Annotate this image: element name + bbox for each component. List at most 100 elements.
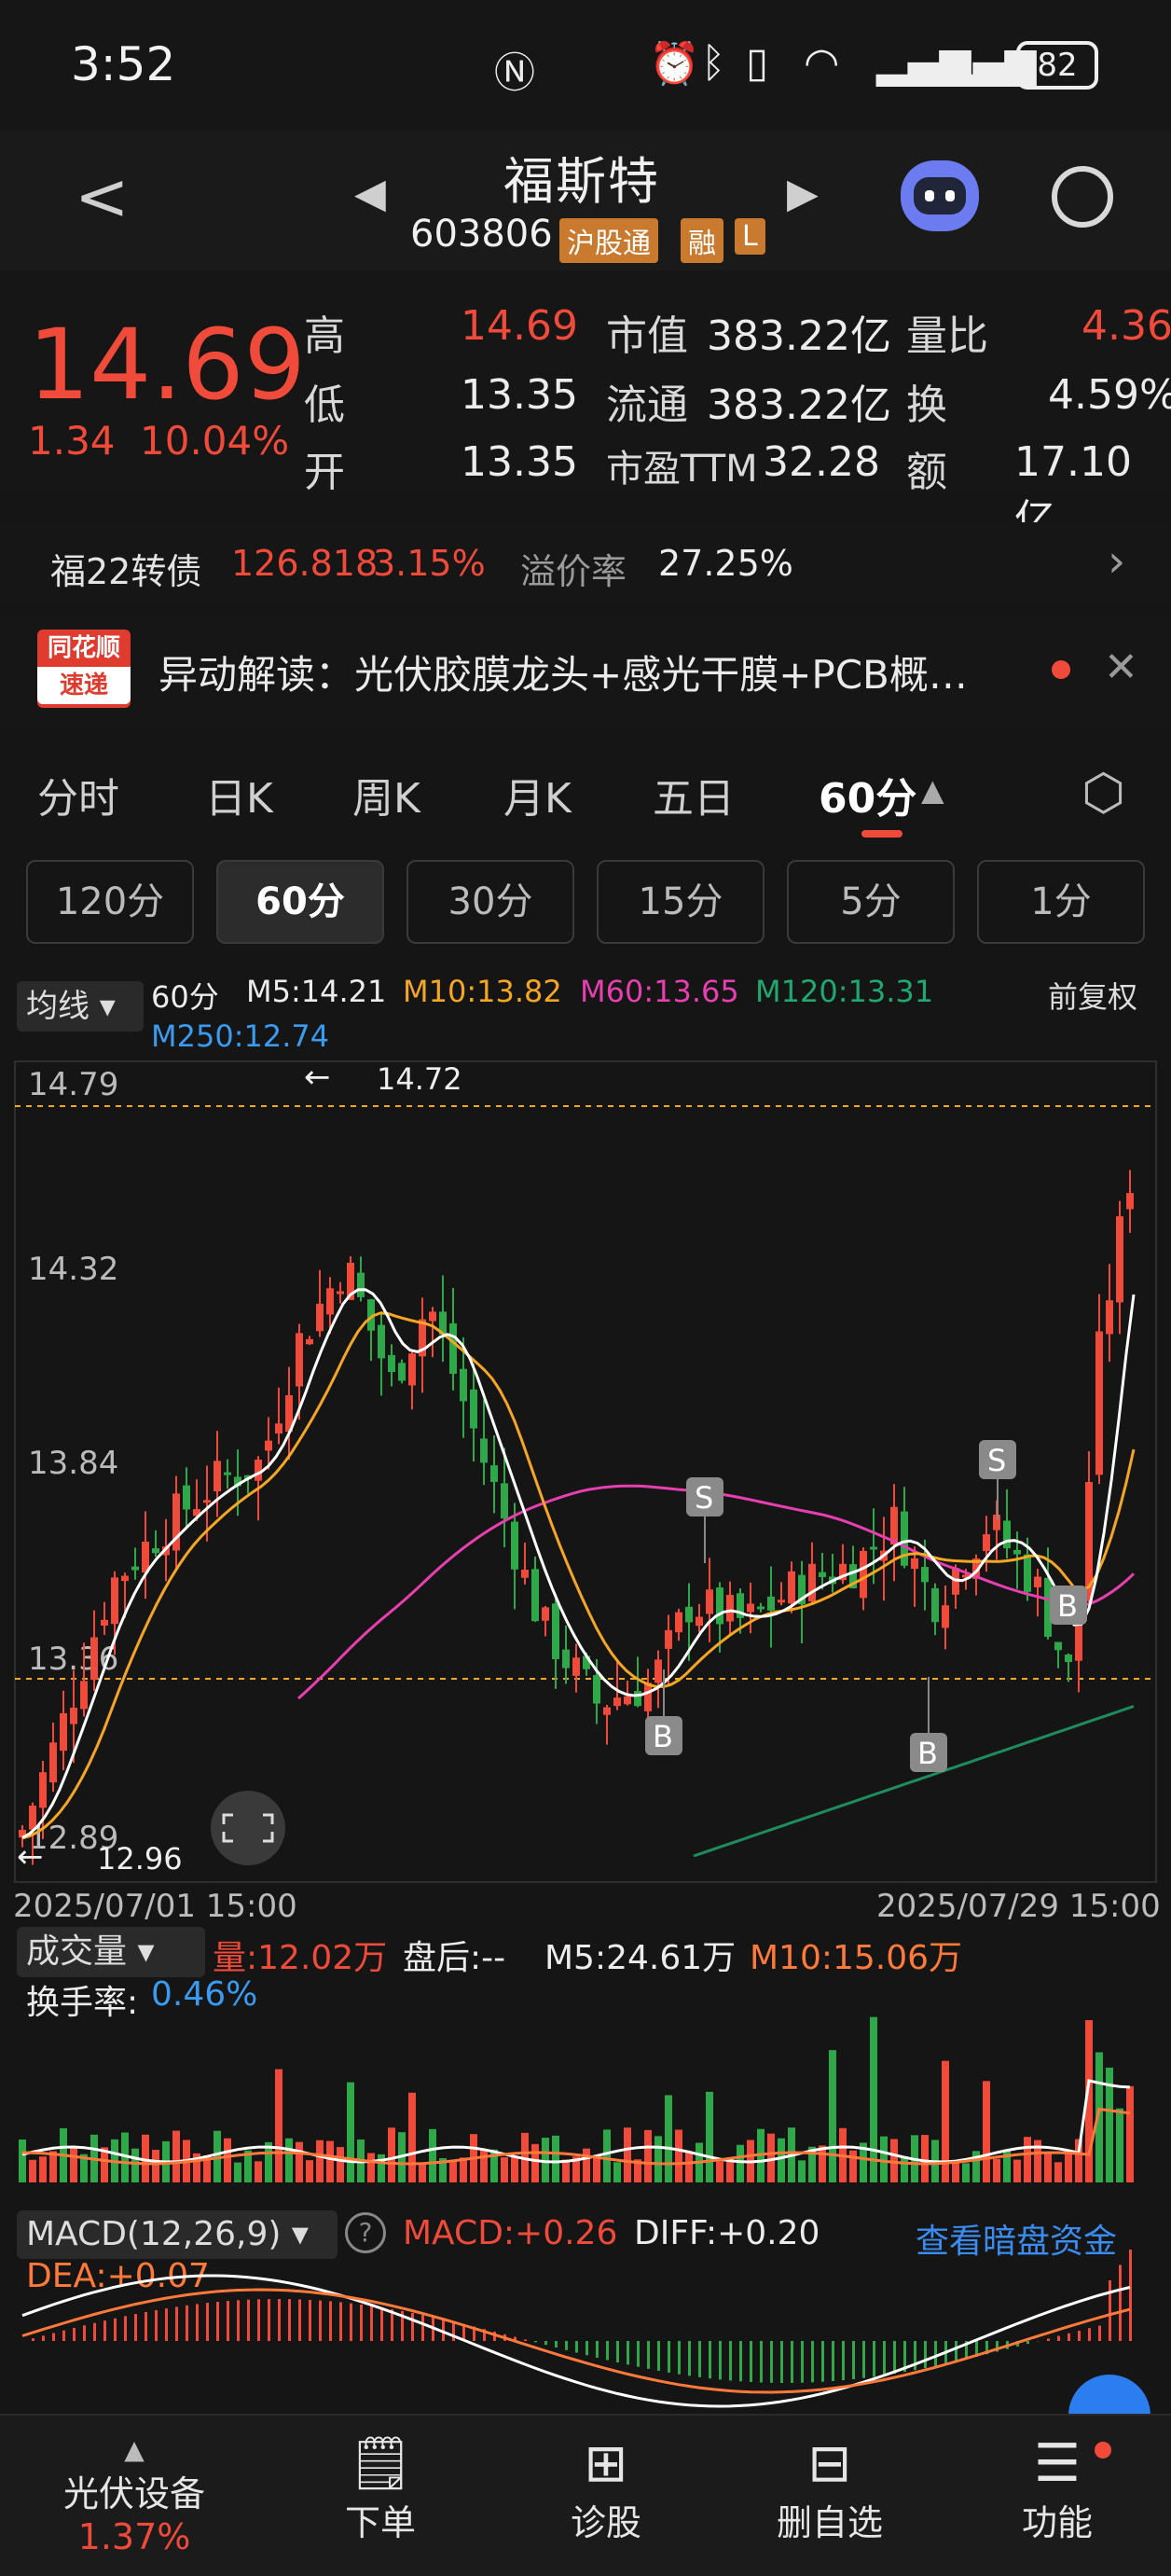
volume-bar xyxy=(675,2129,682,2182)
macd-bar xyxy=(780,2341,783,2383)
macd-bar xyxy=(1026,2341,1029,2344)
nav-remove-watch-label: 删自选 xyxy=(737,2494,923,2545)
adjust-mode[interactable]: 前复权 xyxy=(1048,974,1137,1017)
wifi-icon: ◠ xyxy=(804,39,839,87)
macd-bar xyxy=(360,2305,363,2341)
candle-body xyxy=(121,1576,129,1582)
volume-bar xyxy=(316,2140,324,2182)
volume-bar xyxy=(429,2129,436,2182)
subtab-5min[interactable]: 5分 xyxy=(787,860,955,944)
candle-body xyxy=(1116,1216,1123,1302)
prev-stock-icon[interactable]: ◀ xyxy=(354,170,386,217)
tab-timeshare[interactable]: 分时 xyxy=(37,765,119,824)
nav-remove-watch[interactable]: ⊟ 删自选 xyxy=(737,2434,923,2545)
volume-bar xyxy=(603,2129,611,2182)
subtab-15min[interactable]: 15分 xyxy=(597,860,765,944)
active-tab-indicator xyxy=(861,830,902,838)
quote-label: 额 xyxy=(906,438,947,498)
candle-body xyxy=(408,1353,416,1385)
macd-bar xyxy=(32,2338,34,2341)
volume-bar xyxy=(172,2131,180,2182)
volume-bar xyxy=(654,2136,662,2182)
macd-bar xyxy=(852,2341,855,2379)
search-icon[interactable] xyxy=(1052,166,1113,228)
candle-body xyxy=(808,1564,816,1601)
volume-bar xyxy=(583,2149,590,2182)
subtab-30min[interactable]: 30分 xyxy=(406,860,574,944)
macd-bar xyxy=(760,2341,763,2383)
macd-bar xyxy=(1078,2331,1081,2341)
candle-body xyxy=(685,1607,693,1623)
volume-selector-label: 成交量 xyxy=(26,1932,127,1971)
bond-pct: 3.15% xyxy=(373,543,486,584)
subtab-60min[interactable]: 60分 xyxy=(216,860,384,944)
candle-body xyxy=(706,1589,713,1613)
volume-bar xyxy=(1116,2109,1123,2182)
macd-bar xyxy=(1129,2250,1132,2341)
candle-body xyxy=(921,1567,929,1582)
candle-body xyxy=(1013,1550,1021,1555)
candle-body xyxy=(634,1691,641,1706)
volume-bar xyxy=(480,2149,488,2182)
signal-s1: S xyxy=(686,1477,723,1563)
candle-body xyxy=(542,1607,549,1620)
candle-body xyxy=(983,1534,990,1551)
volume-bar xyxy=(921,2135,929,2182)
next-stock-icon[interactable]: ▶ xyxy=(787,170,819,217)
macd-bar xyxy=(298,2299,301,2341)
assistant-robot-icon[interactable] xyxy=(901,160,979,231)
nav-sector[interactable]: ▲ 光伏设备 1.37% xyxy=(41,2434,227,2557)
indicator-selector-label: 均线 xyxy=(26,988,90,1025)
tab-60min[interactable]: 60分 xyxy=(819,765,916,824)
candle-body xyxy=(296,1333,303,1386)
tab-monthly-k[interactable]: 月K xyxy=(503,765,572,824)
tab-daily-k[interactable]: 日K xyxy=(205,765,273,824)
nav-sector-pct: 1.37% xyxy=(41,2516,227,2557)
candle-body xyxy=(644,1683,652,1711)
candle-body xyxy=(326,1288,334,1314)
indicator-selector[interactable]: 均线 ▾ xyxy=(17,981,144,1032)
kline-chart[interactable]: 14.79 14.32 13.84 13.36 12.89 ← 14.72 ← … xyxy=(0,1054,1171,1912)
quote-value: 14.69 xyxy=(461,302,578,350)
macd-bar xyxy=(421,2315,424,2341)
candle-body xyxy=(603,1708,611,1715)
close-icon[interactable]: ✕ xyxy=(1104,644,1138,691)
high-mark-label: 14.72 xyxy=(377,1061,462,1097)
volume-bar xyxy=(326,2141,334,2182)
nav-functions[interactable]: ☰ 功能 xyxy=(964,2434,1150,2545)
notification-dot xyxy=(1095,2442,1111,2458)
bond-name: 福22转债 xyxy=(50,543,201,594)
volume-bar xyxy=(70,2147,77,2182)
macd-bar xyxy=(103,2320,106,2341)
bond-price: 126.818 xyxy=(231,543,378,584)
macd-bar xyxy=(124,2316,127,2341)
volume-bar xyxy=(1013,2160,1021,2182)
volume-bar xyxy=(29,2160,36,2182)
subtab-1min[interactable]: 1分 xyxy=(977,860,1145,944)
tab-five-day[interactable]: 五日 xyxy=(653,765,735,824)
candle-body xyxy=(562,1650,570,1669)
volume-bar xyxy=(152,2150,159,2182)
settings-hex-icon[interactable]: ⬡ xyxy=(1081,763,1125,822)
tab-weekly-k[interactable]: 周K xyxy=(352,765,420,824)
candle-body xyxy=(1095,1331,1103,1475)
back-icon[interactable]: < xyxy=(75,159,130,235)
bluetooth-icon: ᛒ xyxy=(701,39,725,87)
nav-order[interactable]: 🗒 下单 xyxy=(287,2434,474,2545)
candle-body xyxy=(490,1465,498,1482)
ma120-line xyxy=(694,1707,1134,1857)
macd-bar xyxy=(544,2341,547,2345)
candle-body xyxy=(460,1369,467,1402)
volume-bar xyxy=(706,2092,713,2182)
macd-bar xyxy=(832,2341,834,2381)
subtab-120min[interactable]: 120分 xyxy=(26,860,194,944)
macd-bar xyxy=(842,2341,845,2380)
nav-diagnose[interactable]: ⊞ 诊股 xyxy=(513,2434,699,2545)
macd-bar xyxy=(924,2341,927,2368)
news-logo-top: 同花顺 xyxy=(37,630,131,667)
volume-bar xyxy=(870,2017,877,2182)
volume-bar xyxy=(613,2162,621,2182)
macd-bar xyxy=(678,2341,681,2375)
candle-body xyxy=(111,1577,118,1624)
tag-hsgt: 沪股通 xyxy=(559,218,658,263)
